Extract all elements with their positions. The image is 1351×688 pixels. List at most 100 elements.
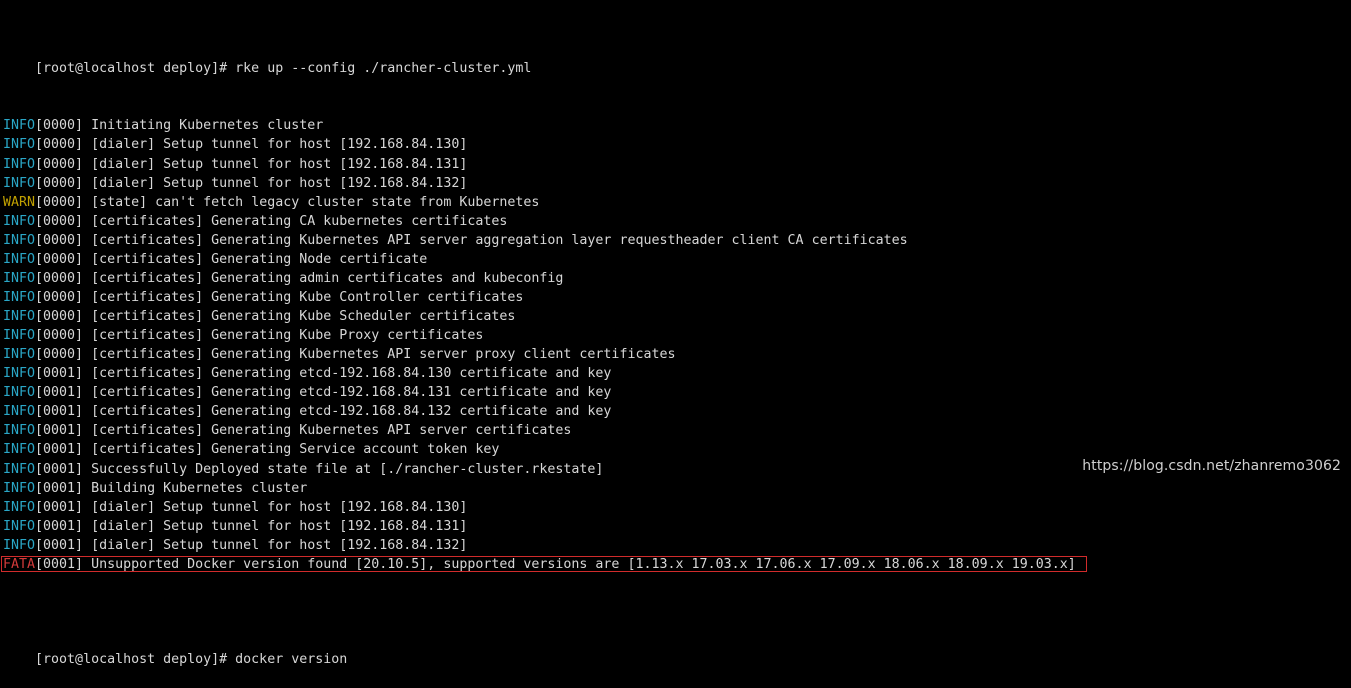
log-timestamp-code: [0001]	[35, 537, 84, 553]
log-line: INFO[0000] [certificates] Generating adm…	[3, 269, 1348, 288]
log-level-info: INFO	[3, 328, 36, 344]
log-line: INFO[0001] [certificates] Generating etc…	[3, 364, 1348, 383]
log-level-warn: WARN	[3, 194, 36, 210]
log-level-fata: FATA	[3, 556, 36, 572]
log-message: Successfully Deployed state file at [./r…	[83, 461, 604, 477]
log-timestamp-code: [0001]	[35, 499, 84, 515]
log-timestamp-code: [0001]	[35, 385, 84, 401]
log-message: Initiating Kubernetes cluster	[83, 118, 324, 134]
command-prompt-line: [root@localhost deploy]# rke up --config…	[3, 40, 1348, 76]
log-level-info: INFO	[3, 289, 36, 305]
log-message: [certificates] Generating Kubernetes API…	[83, 423, 572, 439]
log-timestamp-code: [0001]	[35, 423, 84, 439]
log-line: INFO[0000] Initiating Kubernetes cluster	[3, 116, 1348, 135]
log-line: INFO[0000] [certificates] Generating Kub…	[3, 288, 1348, 307]
log-line: INFO[0000] [certificates] Generating Kub…	[3, 345, 1348, 364]
log-line: INFO[0000] [certificates] Generating Kub…	[3, 231, 1348, 250]
log-timestamp-code: [0000]	[35, 137, 84, 153]
log-timestamp-code: [0001]	[35, 461, 84, 477]
log-timestamp-code: [0000]	[35, 232, 84, 248]
log-line: INFO[0000] [certificates] Generating CA …	[3, 212, 1348, 231]
log-level-info: INFO	[3, 118, 36, 134]
log-line: INFO[0001] [certificates] Generating etc…	[3, 402, 1348, 421]
log-timestamp-code: [0000]	[35, 175, 84, 191]
log-line: INFO[0000] [dialer] Setup tunnel for hos…	[3, 155, 1348, 174]
log-timestamp-code: [0000]	[35, 156, 84, 172]
log-level-info: INFO	[3, 156, 36, 172]
log-level-info: INFO	[3, 480, 36, 496]
log-level-info: INFO	[3, 270, 36, 286]
log-line: WARN[0000] [state] can't fetch legacy cl…	[3, 193, 1348, 212]
log-message: [certificates] Generating CA kubernetes …	[83, 213, 508, 229]
trailing-command-text: [root@localhost deploy]# docker version	[35, 652, 348, 668]
log-line: INFO[0000] [certificates] Generating Nod…	[3, 250, 1348, 269]
log-level-info: INFO	[3, 137, 36, 153]
watermark-url: https://blog.csdn.net/zhanremo3062	[1082, 458, 1341, 474]
log-level-info: INFO	[3, 423, 36, 439]
log-message: [certificates] Generating admin certific…	[83, 270, 564, 286]
log-message: [certificates] Generating Node certifica…	[83, 251, 428, 267]
log-line: INFO[0001] [certificates] Generating etc…	[3, 383, 1348, 402]
log-level-info: INFO	[3, 537, 36, 553]
log-timestamp-code: [0001]	[35, 404, 84, 420]
log-message: [dialer] Setup tunnel for host [192.168.…	[83, 499, 468, 515]
log-timestamp-code: [0000]	[35, 289, 84, 305]
log-message: [dialer] Setup tunnel for host [192.168.…	[83, 175, 468, 191]
log-message: [certificates] Generating etcd-192.168.8…	[83, 366, 612, 382]
command-text: [root@localhost deploy]# rke up --config…	[35, 61, 532, 77]
log-message: [dialer] Setup tunnel for host [192.168.…	[83, 137, 468, 153]
log-line: FATA[0001] Unsupported Docker version fo…	[1, 555, 1348, 574]
log-message: [certificates] Generating Kubernetes API…	[83, 347, 676, 363]
log-level-info: INFO	[3, 366, 36, 382]
log-timestamp-code: [0000]	[35, 347, 84, 363]
log-line: INFO[0000] [dialer] Setup tunnel for hos…	[3, 174, 1348, 193]
log-line: INFO[0001] [dialer] Setup tunnel for hos…	[3, 517, 1348, 536]
log-message: [certificates] Generating Kube Scheduler…	[83, 309, 516, 324]
terminal-window[interactable]: [root@localhost deploy]# rke up --config…	[1, 2, 1348, 669]
log-line: INFO[0000] [certificates] Generating Kub…	[3, 307, 1348, 326]
log-timestamp-code: [0001]	[35, 442, 84, 458]
log-message: [dialer] Setup tunnel for host [192.168.…	[83, 518, 468, 534]
log-timestamp-code: [0000]	[35, 194, 84, 210]
log-timestamp-code: [0000]	[35, 251, 84, 267]
log-timestamp-code: [0001]	[35, 480, 84, 496]
log-level-info: INFO	[3, 309, 36, 324]
log-level-info: INFO	[3, 213, 36, 229]
log-timestamp-code: [0000]	[35, 213, 84, 229]
log-timestamp-code: [0001]	[35, 518, 84, 534]
log-message: [certificates] Generating etcd-192.168.8…	[83, 404, 612, 420]
log-output: INFO[0000] Initiating Kubernetes cluster…	[1, 116, 1348, 574]
log-line: INFO[0001] [certificates] Generating Ser…	[3, 440, 1348, 459]
log-level-info: INFO	[3, 518, 36, 534]
log-line: INFO[0000] [dialer] Setup tunnel for hos…	[3, 135, 1348, 154]
log-message: [certificates] Generating Service accoun…	[83, 442, 500, 458]
log-level-info: INFO	[3, 232, 36, 248]
log-level-info: INFO	[3, 175, 36, 191]
log-message: Unsupported Docker version found [20.10.…	[83, 556, 1076, 572]
log-line: INFO[0001] [dialer] Setup tunnel for hos…	[3, 498, 1348, 517]
log-timestamp-code: [0000]	[35, 118, 84, 134]
log-level-info: INFO	[3, 404, 36, 420]
log-message: Building Kubernetes cluster	[83, 480, 308, 496]
log-message: [certificates] Generating Kube Proxy cer…	[83, 328, 484, 344]
log-message: [certificates] Generating Kubernetes API…	[83, 232, 908, 248]
log-timestamp-code: [0000]	[35, 309, 84, 324]
log-timestamp-code: [0001]	[35, 366, 84, 382]
log-level-info: INFO	[3, 461, 36, 477]
log-line: INFO[0001] Building Kubernetes cluster	[3, 479, 1348, 498]
log-line: INFO[0001] [dialer] Setup tunnel for hos…	[3, 536, 1348, 555]
log-level-info: INFO	[3, 347, 36, 363]
log-level-info: INFO	[3, 442, 36, 458]
log-message: [dialer] Setup tunnel for host [192.168.…	[83, 156, 468, 172]
log-message: [state] can't fetch legacy cluster state…	[83, 194, 540, 210]
log-level-info: INFO	[3, 385, 36, 401]
log-message: [certificates] Generating Kube Controlle…	[83, 289, 524, 305]
log-timestamp-code: [0001]	[35, 556, 84, 572]
log-timestamp-code: [0000]	[35, 270, 84, 286]
log-level-info: INFO	[3, 251, 36, 267]
log-line: INFO[0000] [certificates] Generating Kub…	[3, 326, 1348, 345]
log-message: [certificates] Generating etcd-192.168.8…	[83, 385, 612, 401]
log-message: [dialer] Setup tunnel for host [192.168.…	[83, 537, 468, 553]
log-timestamp-code: [0000]	[35, 328, 84, 344]
log-level-info: INFO	[3, 499, 36, 515]
